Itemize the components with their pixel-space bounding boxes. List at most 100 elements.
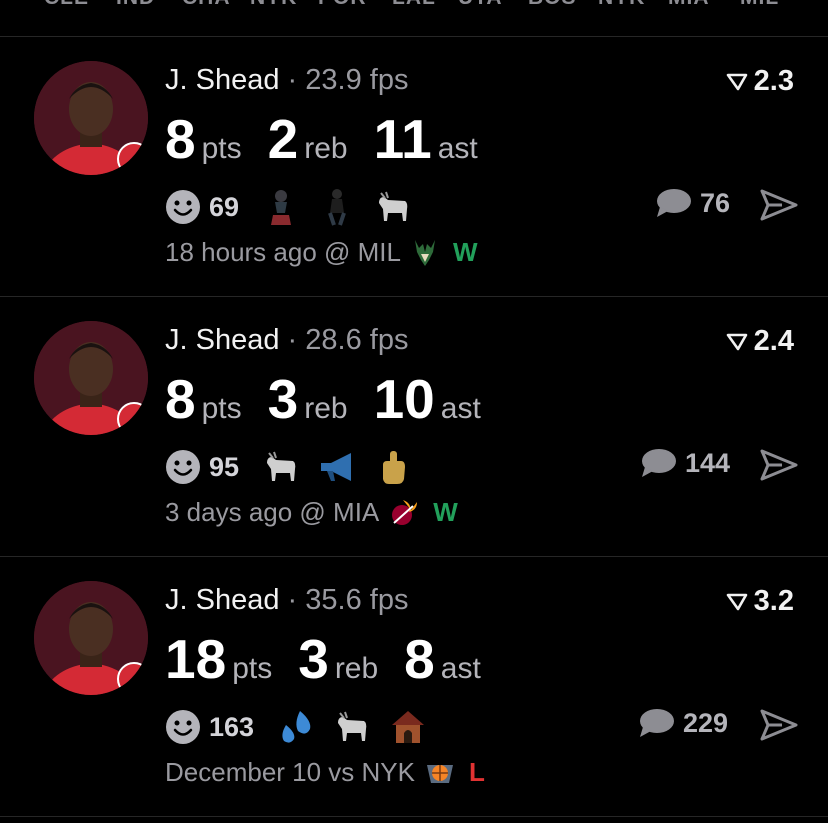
stat-rebounds-label: reb [304,392,348,425]
statline: 8 pts 3 reb 10 ast [165,367,507,431]
tab-10[interactable]: MIL [740,0,779,10]
reaction-count: 69 [209,191,240,222]
tab-1[interactable]: IND [116,0,155,10]
fantasy-points: 35.6 fps [305,584,409,616]
goat-icon[interactable] [373,187,413,227]
separator: · [287,584,298,616]
game-result: W [452,237,478,267]
rating-value: 2.4 [753,325,794,357]
game-result: L [468,757,485,787]
rating[interactable]: 2.4 [726,325,794,358]
tab-2[interactable]: CHA [182,0,231,10]
game-result: W [433,497,458,527]
tab-4[interactable]: POR [318,0,367,10]
rating-icon [726,333,747,350]
stat-assists: 8 [404,628,435,690]
team-tab-strip: CLE IND CHA NYK POR LAL UTA BOS NYK MIA … [0,0,828,37]
doghouse-icon[interactable] [388,707,428,747]
dancer-icon[interactable] [317,187,357,227]
statline: 18 pts 3 reb 8 ast [165,627,507,691]
goat-icon[interactable] [261,447,301,487]
game-time-location[interactable]: 18 hours ago @ MIL [165,237,401,268]
reactions-row: 95 [165,445,429,489]
reactions-row: 69 [165,185,429,229]
comment-count: 144 [684,447,730,478]
game-info: December 10 vs NYK L [165,757,485,788]
rating[interactable]: 3.2 [726,585,794,618]
stat-rebounds-label: reb [304,132,348,165]
separator: · [287,324,298,356]
goat-icon[interactable] [332,707,372,747]
stat-rebounds-label: reb [334,652,379,685]
comment-count: 229 [682,707,728,738]
heat-logo-icon [392,499,418,525]
rating-icon [726,593,747,610]
megaphone-icon[interactable] [317,447,357,487]
stat-assists: 11 [373,108,432,170]
person-icon[interactable] [261,187,301,227]
player-avatar[interactable] [34,61,148,175]
rating-value: 3.2 [753,585,794,617]
rating[interactable]: 2.3 [726,65,794,98]
player-name[interactable]: J. Shead [165,584,279,616]
player-name[interactable]: J. Shead [165,324,279,356]
fantasy-points: 28.6 fps [305,324,409,356]
game-time-location[interactable]: 3 days ago @ MIA [165,497,379,528]
comments[interactable]: 76 [654,187,730,219]
tab-6[interactable]: UTA [458,0,503,10]
stat-rebounds: 3 [267,368,299,430]
comment-bubble-icon [656,189,691,217]
tab-7[interactable]: BOS [528,0,577,10]
stat-rebounds: 2 [267,108,299,170]
comment-bubble-icon [641,449,676,477]
stat-points: 8 [165,368,196,430]
player-name[interactable]: J. Shead [165,64,279,96]
player-name-line: J. Shead · 23.9 fps [165,64,408,97]
tab-8[interactable]: NYK [598,0,645,10]
stat-assists: 10 [373,368,435,430]
game-card[interactable]: J. Shead · 28.6 fps 2.4 8 pts 3 reb 10 a… [0,297,828,557]
stat-points: 8 [165,108,196,170]
game-card[interactable]: J. Shead · 35.6 fps 3.2 18 pts 3 reb 8 a… [0,557,828,817]
game-time-location[interactable]: December 10 vs NYK [165,757,415,788]
sweat-drops-icon[interactable] [276,707,316,747]
reaction-count: 163 [209,711,255,742]
knicks-logo-icon [426,764,453,783]
smiley-reaction-icon[interactable] [165,189,201,225]
comments[interactable]: 144 [639,447,730,479]
smiley-reaction-icon[interactable] [165,449,201,485]
player-name-line: J. Shead · 35.6 fps [165,584,408,617]
fantasy-points: 23.9 fps [305,64,409,96]
rating-icon [726,73,747,90]
comment-count: 76 [699,187,730,218]
stat-points-label: pts [201,392,242,425]
player-name-line: J. Shead · 28.6 fps [165,324,408,357]
game-card[interactable]: J. Shead · 23.9 fps 2.3 8 pts 2 reb 11 a… [0,37,828,297]
player-avatar[interactable] [34,581,148,695]
stat-points-label: pts [201,132,242,165]
middle-finger-icon[interactable] [373,447,413,487]
stat-assists-label: ast [440,652,481,685]
stat-assists-label: ast [437,132,478,165]
share-icon[interactable] [760,449,798,481]
reaction-count: 95 [209,451,240,482]
stat-rebounds: 3 [298,628,329,690]
tab-5[interactable]: LAL [392,0,436,10]
reactions-row: 163 [165,705,444,749]
share-icon[interactable] [760,189,798,221]
share-icon[interactable] [760,709,798,741]
tab-9[interactable]: MIA [668,0,710,10]
smiley-reaction-icon[interactable] [165,709,201,745]
stat-points-label: pts [232,652,273,685]
statline: 8 pts 2 reb 11 ast [165,107,504,171]
tab-3[interactable]: NYK [250,0,297,10]
comments[interactable]: 229 [637,707,728,739]
rating-value: 2.3 [753,65,794,97]
stat-assists-label: ast [440,392,481,425]
separator: · [287,64,298,96]
player-avatar[interactable] [34,321,148,435]
comment-bubble-icon [639,709,674,737]
stat-points: 18 [165,628,227,690]
tab-0[interactable]: CLE [44,0,89,10]
bucks-logo-icon [414,239,435,266]
